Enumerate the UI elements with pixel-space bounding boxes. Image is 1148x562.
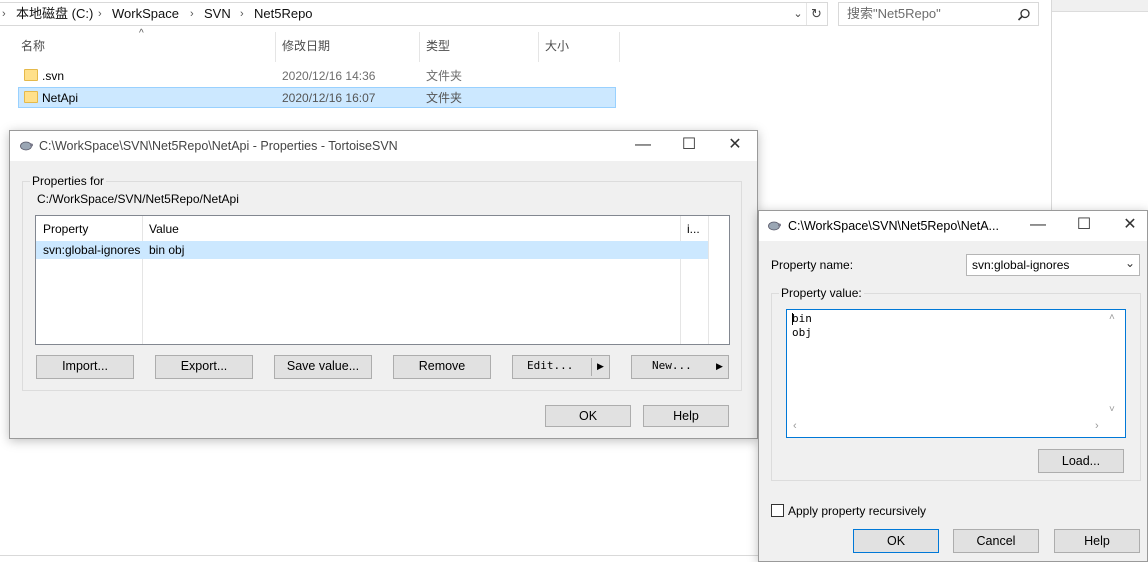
maximize-icon[interactable]: ☐: [1061, 211, 1107, 241]
breadcrumb-drive[interactable]: 本地磁盘 (C:): [16, 3, 93, 25]
minimize-icon[interactable]: —: [1015, 211, 1061, 241]
tortoise-icon: [768, 221, 781, 231]
recursive-label[interactable]: Apply property recursively: [788, 504, 926, 518]
chevron-down-icon[interactable]: ⌄: [790, 3, 806, 25]
help-button[interactable]: Help: [643, 405, 729, 427]
property-name-combo[interactable]: svn:global-ignores ⌄: [966, 254, 1140, 276]
title-bar[interactable]: C:\WorkSpace\SVN\Net5Repo\NetA... — ☐ ✕: [759, 211, 1147, 241]
close-icon[interactable]: ✕: [712, 131, 758, 161]
maximize-icon[interactable]: ☐: [666, 131, 712, 161]
file-row[interactable]: .svn 2020/12/16 14:36 文件夹: [18, 66, 616, 86]
property-value-label: Property value:: [779, 286, 864, 300]
text-caret: [792, 313, 793, 325]
scroll-left-icon[interactable]: ‹: [793, 420, 797, 432]
properties-dialog: C:\WorkSpace\SVN\Net5Repo\NetApi - Prope…: [9, 130, 758, 439]
minimize-icon[interactable]: —: [620, 131, 666, 161]
column-header-value[interactable]: Value: [149, 222, 179, 236]
column-header-extra[interactable]: i...: [687, 222, 700, 236]
edit-button-label: Edit...: [527, 359, 574, 372]
search-placeholder: 搜索"Net5Repo": [847, 6, 941, 21]
chevron-right-icon[interactable]: ›: [190, 3, 194, 25]
property-row-selected[interactable]: svn:global-ignores bin obj: [36, 241, 708, 259]
tortoise-icon: [20, 141, 33, 151]
refresh-icon[interactable]: ↻: [806, 3, 826, 25]
property-value: bin obj: [149, 243, 185, 257]
chevron-down-icon[interactable]: ⌄: [1125, 256, 1135, 270]
group-label: Properties for: [30, 174, 107, 188]
file-date: 2020/12/16 14:36: [282, 69, 376, 83]
import-button[interactable]: Import...: [36, 355, 134, 379]
scroll-down-icon[interactable]: ˅: [1109, 404, 1115, 415]
close-icon[interactable]: ✕: [1107, 211, 1148, 241]
dialog-title: C:\WorkSpace\SVN\Net5Repo\NetA...: [788, 219, 999, 233]
properties-path: C:/WorkSpace/SVN/Net5Repo/NetApi: [37, 192, 239, 206]
value-line: bin: [792, 312, 812, 325]
ok-button[interactable]: OK: [853, 529, 939, 553]
column-header-type[interactable]: 类型: [426, 38, 450, 62]
recursive-checkbox[interactable]: [771, 504, 784, 517]
cancel-button[interactable]: Cancel: [953, 529, 1039, 553]
dialog-title: C:\WorkSpace\SVN\Net5Repo\NetApi - Prope…: [39, 139, 398, 153]
remove-button[interactable]: Remove: [393, 355, 491, 379]
properties-list[interactable]: Property Value i... svn:global-ignores b…: [35, 215, 730, 345]
save-value-button[interactable]: Save value...: [274, 355, 372, 379]
file-row-selected[interactable]: NetApi 2020/12/16 16:07 文件夹: [18, 87, 616, 108]
column-header-date[interactable]: 修改日期: [282, 38, 330, 62]
edit-button[interactable]: Edit... ▶: [512, 355, 610, 379]
property-name-value: svn:global-ignores: [972, 258, 1070, 272]
column-divider[interactable]: [419, 32, 420, 62]
breadcrumb-net5repo[interactable]: Net5Repo: [254, 3, 313, 25]
scroll-up-icon[interactable]: ˄: [1109, 312, 1115, 323]
column-header-property[interactable]: Property: [43, 222, 88, 236]
split-divider: [591, 358, 592, 376]
search-box[interactable]: 搜索"Net5Repo": [838, 2, 1039, 26]
file-type: 文件夹: [426, 91, 463, 105]
column-divider: [680, 216, 681, 344]
file-name: NetApi: [42, 91, 79, 105]
folder-icon: [24, 91, 38, 103]
chevron-right-icon[interactable]: ›: [240, 3, 244, 25]
edit-property-dialog: C:\WorkSpace\SVN\Net5Repo\NetA... — ☐ ✕ …: [758, 210, 1148, 562]
file-date: 2020/12/16 16:07: [282, 91, 376, 105]
property-name-label: Property name:: [771, 258, 854, 272]
chevron-right-icon[interactable]: ›: [98, 3, 102, 25]
chevron-right-icon: ›: [2, 8, 6, 20]
column-divider[interactable]: [275, 32, 276, 62]
ok-button[interactable]: OK: [545, 405, 631, 427]
column-divider[interactable]: [619, 32, 620, 62]
new-button-label: New...: [652, 359, 692, 372]
load-button[interactable]: Load...: [1038, 449, 1124, 473]
triangle-right-icon[interactable]: ▶: [716, 356, 723, 376]
column-divider: [142, 216, 143, 344]
column-divider: [708, 216, 709, 344]
triangle-right-icon[interactable]: ▶: [597, 356, 604, 376]
file-name: .svn: [42, 69, 65, 83]
address-bar[interactable]: › 本地磁盘 (C:) › WorkSpace › SVN › Net5Repo…: [0, 2, 828, 26]
property-name: svn:global-ignores: [43, 243, 141, 257]
scroll-right-icon[interactable]: ›: [1095, 420, 1099, 432]
background-window-strip: [1052, 0, 1148, 12]
breadcrumb-svn[interactable]: SVN: [204, 3, 231, 25]
title-bar[interactable]: C:\WorkSpace\SVN\Net5Repo\NetApi - Prope…: [10, 131, 757, 161]
help-button[interactable]: Help: [1054, 529, 1140, 553]
sort-ascending-icon: ^: [139, 28, 144, 39]
column-divider[interactable]: [538, 32, 539, 62]
folder-icon: [24, 69, 38, 81]
search-icon[interactable]: [1017, 8, 1031, 22]
breadcrumb-workspace[interactable]: WorkSpace: [112, 3, 179, 25]
export-button[interactable]: Export...: [155, 355, 253, 379]
new-button[interactable]: New... ▶: [631, 355, 729, 379]
column-header-size[interactable]: 大小: [545, 38, 569, 62]
value-line: obj: [792, 326, 812, 339]
file-type: 文件夹: [426, 69, 463, 83]
property-value-textarea[interactable]: bin obj ˄ ˅ ‹ ›: [786, 309, 1126, 438]
column-header-name[interactable]: 名称: [21, 38, 45, 62]
